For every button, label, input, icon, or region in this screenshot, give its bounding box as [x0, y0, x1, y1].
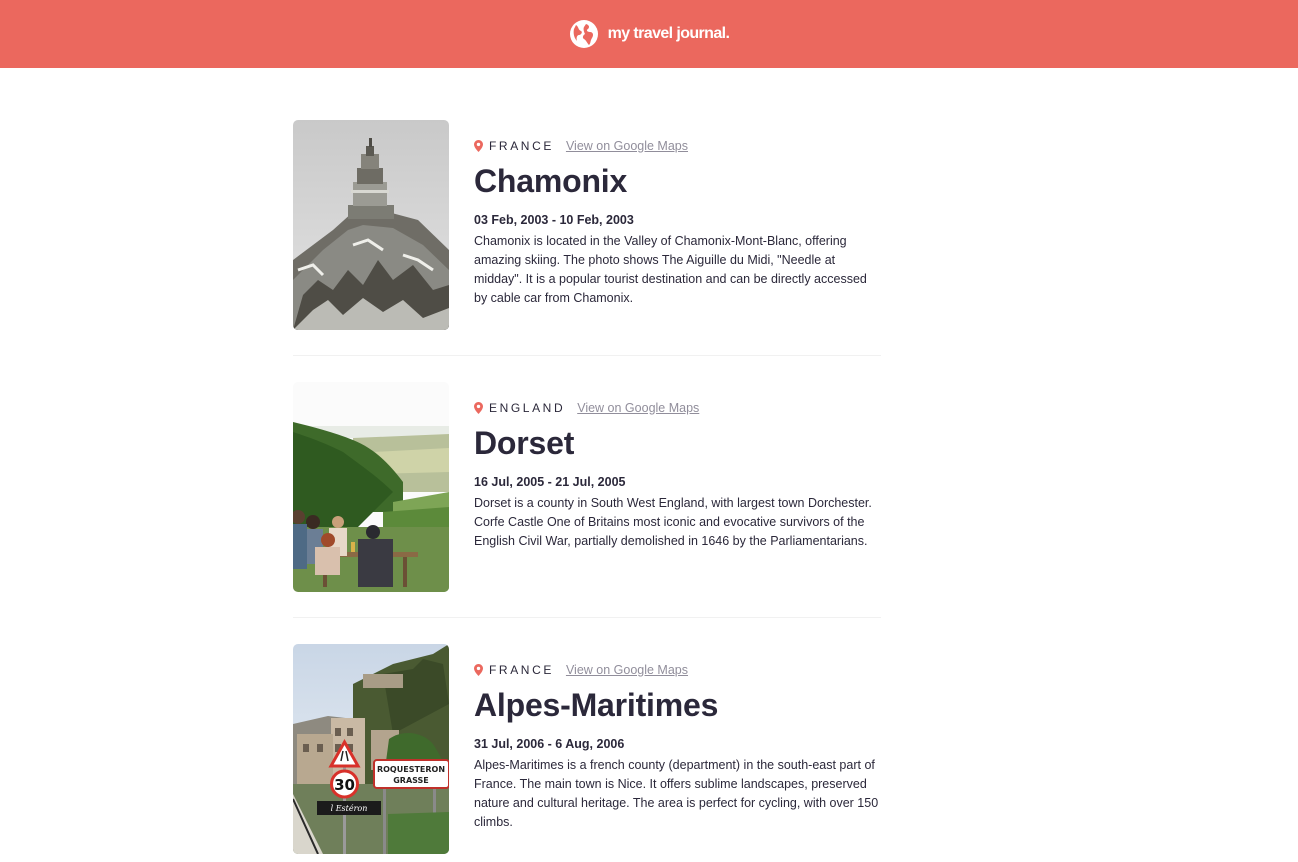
entry-description: Dorset is a county in South West England…	[474, 496, 872, 548]
aiguille-du-midi-photo	[293, 120, 449, 330]
brand[interactable]: my travel journal.	[569, 19, 730, 49]
speed-limit-sign-text: 30	[334, 776, 355, 794]
google-maps-link[interactable]: View on Google Maps	[566, 663, 688, 677]
entry-divider	[293, 617, 881, 618]
entry-dates: 31 Jul, 2006 - 6 Aug, 2006	[474, 737, 625, 751]
entry-info: ENGLAND View on Google Maps Dorset 16 Ju…	[474, 382, 881, 592]
entry-location: FRANCE View on Google Maps	[474, 662, 881, 677]
alpes-maritimes-photo: 30 ROQUESTERON GRASSE l Estéron	[293, 644, 449, 854]
dorset-photo	[293, 382, 449, 592]
entry-place: Dorset	[474, 425, 575, 461]
location-pin-icon	[474, 401, 483, 414]
entry-photo: 30 ROQUESTERON GRASSE l Estéron	[293, 644, 449, 854]
entry-dates: 03 Feb, 2003 - 10 Feb, 2003	[474, 213, 634, 227]
journal-entry: 30 ROQUESTERON GRASSE l Estéron FRANCE V…	[293, 644, 881, 854]
entry-photo	[293, 120, 449, 330]
entry-description: Alpes-Maritimes is a french county (depa…	[474, 758, 879, 829]
entry-info: FRANCE View on Google Maps Alpes-Maritim…	[474, 644, 881, 854]
journal-list: FRANCE View on Google Maps Chamonix 03 F…	[293, 120, 881, 854]
entry-place: Chamonix	[474, 163, 628, 199]
entry-divider	[293, 355, 881, 356]
entry-country: FRANCE	[489, 662, 554, 677]
entry-country: ENGLAND	[489, 400, 566, 415]
entry-location: FRANCE View on Google Maps	[474, 138, 881, 153]
river-sign-text: l Estéron	[331, 804, 368, 813]
location-pin-icon	[474, 663, 483, 676]
entry-country: FRANCE	[489, 138, 554, 153]
entry-info: FRANCE View on Google Maps Chamonix 03 F…	[474, 120, 881, 330]
entry-place: Alpes-Maritimes	[474, 687, 719, 723]
town-sign-line2: GRASSE	[393, 776, 429, 785]
google-maps-link[interactable]: View on Google Maps	[566, 139, 688, 153]
journal-entry: ENGLAND View on Google Maps Dorset 16 Ju…	[293, 382, 881, 592]
entry-description: Chamonix is located in the Valley of Cha…	[474, 234, 867, 305]
journal-entry: FRANCE View on Google Maps Chamonix 03 F…	[293, 120, 881, 330]
google-maps-link[interactable]: View on Google Maps	[577, 401, 699, 415]
navbar: my travel journal.	[0, 0, 1298, 68]
app-title: my travel journal.	[607, 25, 730, 42]
entry-photo	[293, 382, 449, 592]
location-pin-icon	[474, 139, 483, 152]
town-sign-line1: ROQUESTERON	[377, 765, 445, 774]
entry-dates: 16 Jul, 2005 - 21 Jul, 2005	[474, 475, 626, 489]
globe-icon	[569, 20, 598, 48]
entry-location: ENGLAND View on Google Maps	[474, 400, 881, 415]
